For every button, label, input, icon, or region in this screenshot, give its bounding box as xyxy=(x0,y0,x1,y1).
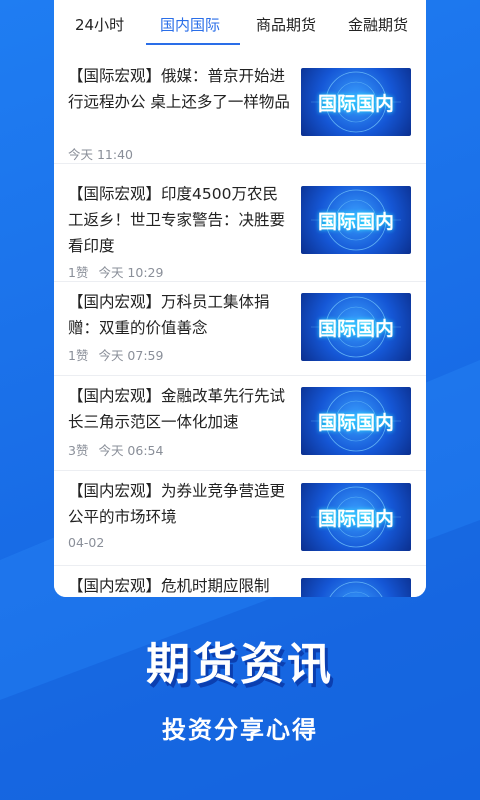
article-title: 【国际宏观】印度4500万农民工返乡！世卫专家警告：决胜要看印度 xyxy=(68,185,286,255)
article-thumbnail: 国际国内 xyxy=(301,293,411,361)
article-thumbnail: 国际国内 xyxy=(301,483,411,551)
article-time: 今天 07:59 xyxy=(98,348,164,363)
article-meta: 今天 11:40 xyxy=(68,144,133,163)
thumbnail-label: 国际国内 xyxy=(317,318,394,340)
article-thumbnail: 国际国内 xyxy=(301,68,411,136)
article-thumbnail xyxy=(301,578,411,597)
tab-financial-futures[interactable]: 金融期货 xyxy=(348,14,408,35)
article-item[interactable]: 【国内宏观】危机时期应限制 xyxy=(54,566,426,597)
tab-bar: 24小时 国内国际 商品期货 金融期货 xyxy=(54,0,426,47)
article-list: 【国际宏观】俄媒：普京开始进行远程办公 桌上还多了一样物品 今天 11:40 国… xyxy=(54,46,426,597)
promo-subline: 投资分享心得 xyxy=(162,716,318,744)
article-meta: 04-02 xyxy=(68,535,104,550)
article-meta: 1赞 今天 10:29 xyxy=(68,262,163,281)
thumbnail-label: 国际国内 xyxy=(317,211,394,233)
article-time: 今天 06:54 xyxy=(98,443,164,458)
thumbnail-label: 国际国内 xyxy=(317,508,394,530)
active-tab-indicator xyxy=(146,43,240,45)
article-thumbnail: 国际国内 xyxy=(301,387,411,455)
article-thumbnail: 国际国内 xyxy=(301,186,411,254)
article-item[interactable]: 【国内宏观】金融改革先行先试 长三角示范区一体化加速 3赞 今天 06:54 国际… xyxy=(54,376,426,471)
article-item[interactable]: 【国内宏观】为券业竞争营造更公平的市场环境 04-02 国际国内 xyxy=(54,471,426,566)
article-title: 【国际宏观】俄媒：普京开始进行远程办公 桌上还多了一样物品 xyxy=(68,67,290,111)
article-title: 【国内宏观】万科员工集体捐赠：双重的价值善念 xyxy=(68,293,270,337)
promo-headline: 期货资讯 xyxy=(146,639,334,690)
thumbnail-label: 国际国内 xyxy=(317,93,394,115)
article-item[interactable]: 【国内宏观】万科员工集体捐赠：双重的价值善念 1赞 今天 07:59 国际国内 xyxy=(54,282,426,376)
article-time: 04-02 xyxy=(68,535,105,550)
article-time: 今天 10:29 xyxy=(98,265,164,280)
article-likes: 3赞 xyxy=(68,443,89,458)
tab-24h[interactable]: 24小时 xyxy=(75,14,124,35)
thumbnail-label: 国际国内 xyxy=(317,412,394,434)
article-time: 今天 11:40 xyxy=(68,147,133,162)
article-title: 【国内宏观】危机时期应限制 xyxy=(68,577,270,595)
article-meta: 3赞 今天 06:54 xyxy=(68,440,163,459)
article-item[interactable]: 【国际宏观】俄媒：普京开始进行远程办公 桌上还多了一样物品 今天 11:40 国… xyxy=(54,46,426,164)
tab-domestic-international[interactable]: 国内国际 xyxy=(160,14,220,35)
tab-commodity-futures[interactable]: 商品期货 xyxy=(256,14,316,35)
article-title: 【国内宏观】为券业竞争营造更公平的市场环境 xyxy=(68,482,286,526)
news-card: 24小时 国内国际 商品期货 金融期货 【国际宏观】俄媒：普京开始进行远程办公 … xyxy=(54,0,426,597)
article-likes: 1赞 xyxy=(68,348,89,363)
article-likes: 1赞 xyxy=(68,265,89,280)
article-meta: 1赞 今天 07:59 xyxy=(68,345,163,364)
article-item[interactable]: 【国际宏观】印度4500万农民工返乡！世卫专家警告：决胜要看印度 1赞 今天 10… xyxy=(54,164,426,282)
article-title: 【国内宏观】金融改革先行先试 长三角示范区一体化加速 xyxy=(68,387,286,431)
